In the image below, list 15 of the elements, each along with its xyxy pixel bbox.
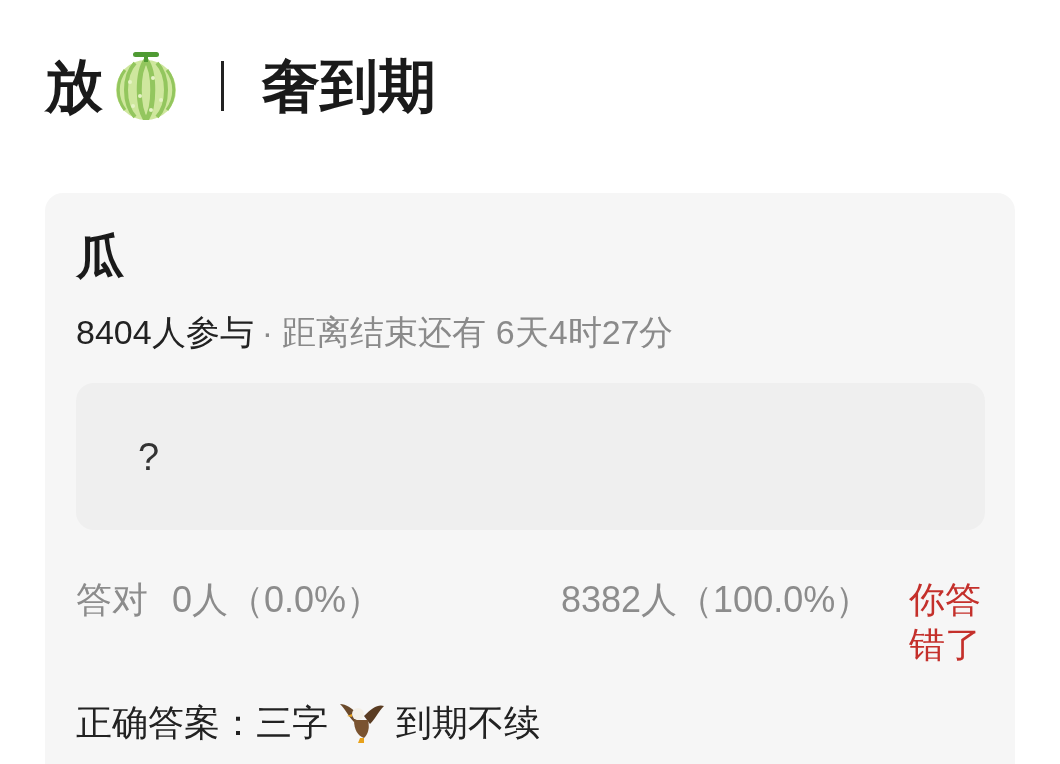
time-remaining: · 距离结束还有 6天4时27分	[261, 312, 674, 353]
eagle-icon	[340, 701, 384, 744]
answer-label: 正确答案：	[76, 701, 256, 745]
answer-text: 到期不续	[396, 701, 540, 745]
quiz-title: 瓜	[76, 229, 124, 285]
answer-hint: 三字	[256, 701, 328, 745]
title-text: 放	[45, 57, 103, 115]
melon-icon	[113, 52, 179, 120]
result-count: 0人（0.0%）	[172, 578, 383, 622]
result-label: 答对	[76, 578, 148, 622]
title-text: 奢到期	[262, 57, 436, 115]
participant-count: 8404人参与	[76, 312, 254, 353]
question-text: ?	[138, 437, 160, 476]
result-count: 8382人（100.0%）	[561, 578, 872, 622]
verdict-text: 你答错了	[909, 578, 982, 667]
